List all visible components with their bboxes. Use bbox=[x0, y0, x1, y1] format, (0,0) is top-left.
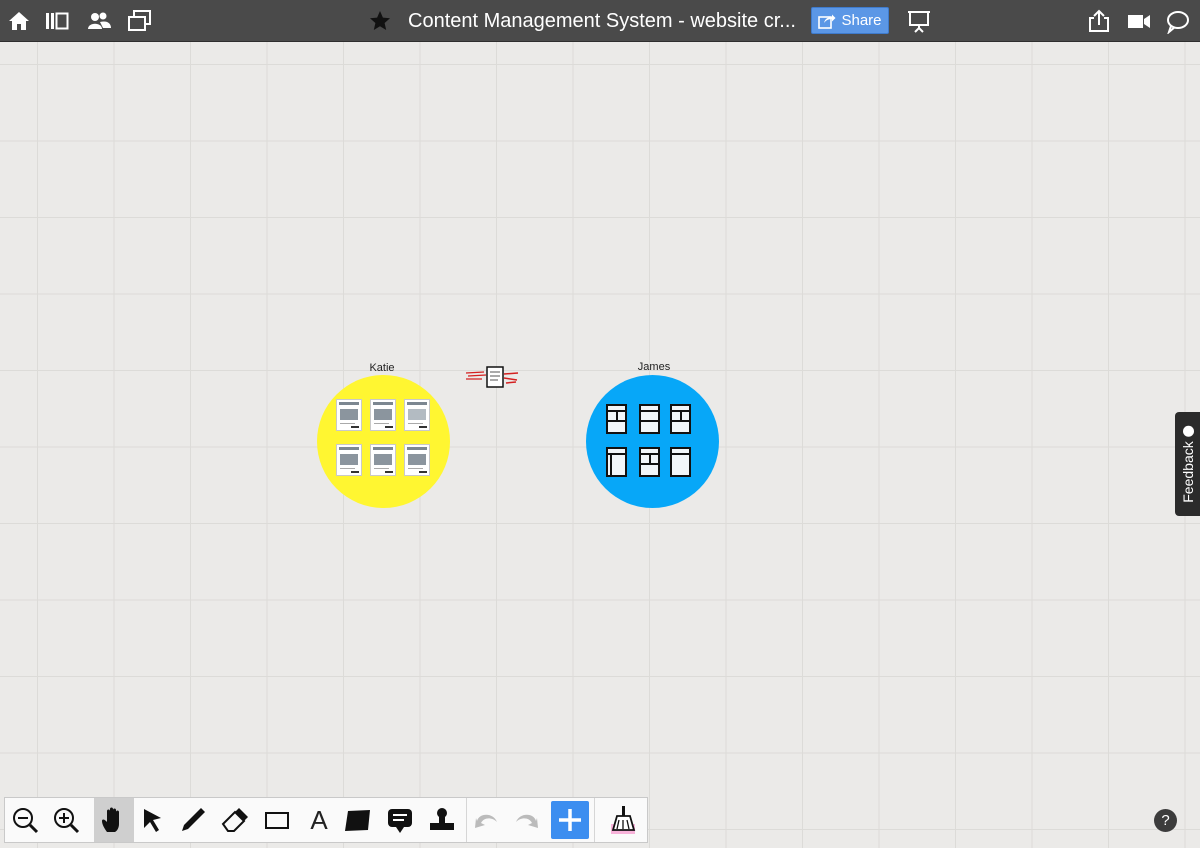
sticky-note-icon[interactable] bbox=[342, 804, 374, 836]
feedback-tab[interactable]: Feedback bbox=[1175, 412, 1200, 516]
wireframe-thumbnail[interactable] bbox=[404, 399, 430, 431]
wireframe-thumbnail[interactable] bbox=[370, 444, 396, 476]
share-icon bbox=[818, 14, 836, 29]
hand-icon[interactable] bbox=[94, 798, 134, 842]
james-group-circle[interactable] bbox=[586, 375, 719, 508]
bottom-toolbar: A bbox=[4, 797, 648, 843]
wireframe-thumbnail[interactable] bbox=[404, 444, 430, 476]
comment-icon[interactable] bbox=[384, 804, 416, 836]
star-icon[interactable] bbox=[368, 9, 392, 33]
home-icon[interactable] bbox=[6, 8, 32, 34]
add-icon[interactable] bbox=[551, 801, 589, 839]
text-tool-button[interactable]: A bbox=[303, 804, 335, 836]
undo-icon[interactable] bbox=[471, 804, 503, 836]
wireframe-thumbnail[interactable] bbox=[670, 447, 691, 477]
stamp-icon[interactable] bbox=[426, 804, 458, 836]
redo-icon[interactable] bbox=[510, 804, 542, 836]
rectangle-icon[interactable] bbox=[261, 804, 293, 836]
smiley-icon bbox=[1182, 425, 1193, 437]
zoom-in-icon[interactable] bbox=[50, 804, 82, 836]
video-icon[interactable] bbox=[1126, 8, 1152, 34]
wireframe-thumbnail[interactable] bbox=[370, 399, 396, 431]
board-title[interactable]: Content Management System - website cr..… bbox=[408, 8, 796, 34]
wireframe-thumbnail[interactable] bbox=[336, 444, 362, 476]
wireframe-thumbnail[interactable] bbox=[606, 404, 627, 434]
present-icon[interactable] bbox=[906, 8, 932, 34]
chat-icon[interactable] bbox=[1164, 8, 1190, 34]
toolbar-divider bbox=[594, 798, 595, 842]
katie-group-circle[interactable] bbox=[317, 375, 450, 508]
share-button[interactable]: Share bbox=[811, 7, 889, 34]
help-button[interactable]: ? bbox=[1154, 809, 1177, 832]
feedback-label: Feedback bbox=[1179, 441, 1196, 503]
wireframe-thumbnail[interactable] bbox=[639, 404, 660, 434]
wireframe-thumbnail[interactable] bbox=[670, 404, 691, 434]
select-arrow-icon[interactable] bbox=[137, 804, 169, 836]
eraser-icon[interactable] bbox=[219, 804, 251, 836]
people-icon[interactable] bbox=[86, 8, 112, 34]
share-label: Share bbox=[841, 12, 882, 29]
top-bar: Content Management System - website cr..… bbox=[0, 0, 1200, 42]
wireframe-thumbnail[interactable] bbox=[606, 447, 627, 477]
wireframe-thumbnail[interactable] bbox=[639, 447, 660, 477]
windows-icon[interactable] bbox=[127, 8, 153, 34]
group-label-katie[interactable]: Katie bbox=[342, 362, 422, 374]
panel-toggle-icon[interactable] bbox=[44, 8, 70, 34]
zoom-out-icon[interactable] bbox=[9, 804, 41, 836]
group-label-james[interactable]: James bbox=[614, 361, 694, 373]
sketch-thumbnail[interactable] bbox=[464, 364, 520, 390]
clear-broom-icon[interactable] bbox=[607, 804, 639, 836]
export-icon[interactable] bbox=[1086, 8, 1112, 34]
pen-icon[interactable] bbox=[177, 804, 209, 836]
toolbar-divider bbox=[466, 798, 467, 842]
wireframe-thumbnail[interactable] bbox=[336, 399, 362, 431]
